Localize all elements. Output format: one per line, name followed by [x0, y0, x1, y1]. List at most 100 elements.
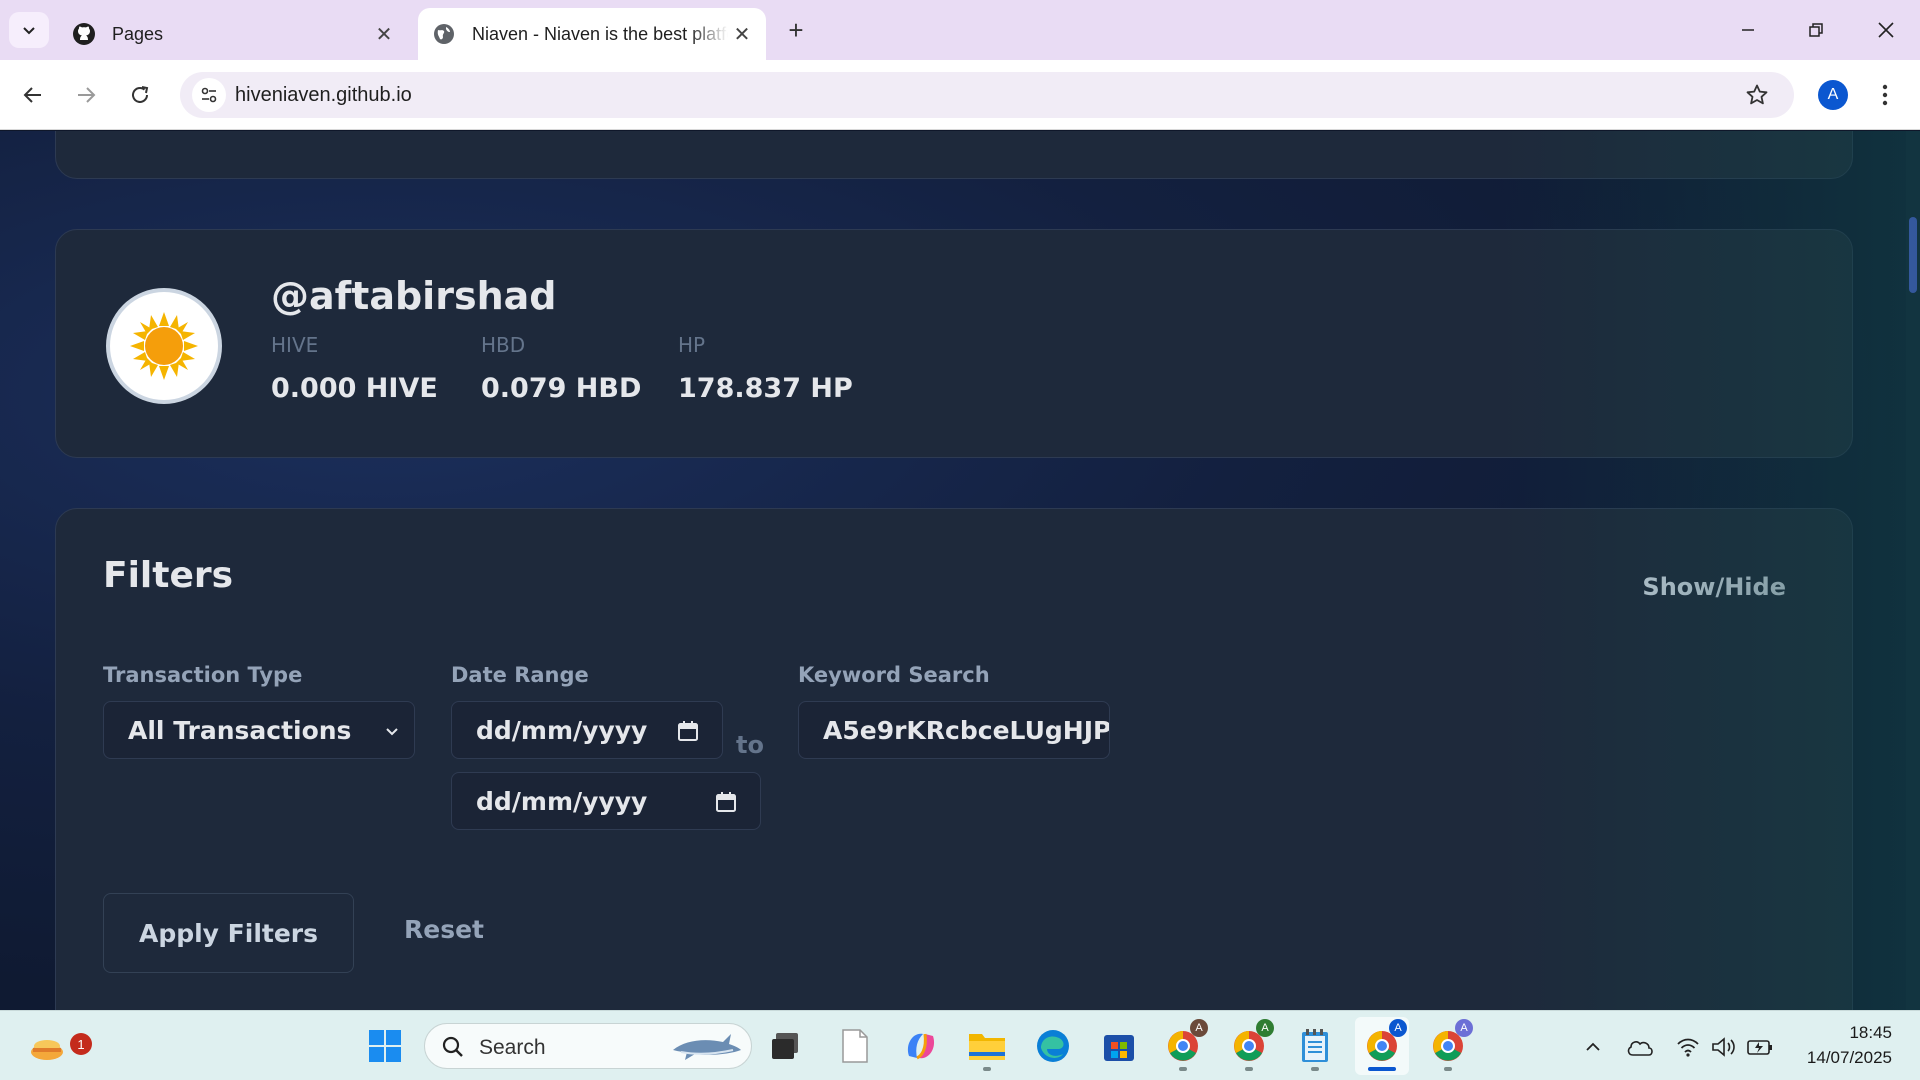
- tab-title: Niaven - Niaven is the best platform: [472, 23, 728, 44]
- tab-pages[interactable]: Pages ✕: [58, 8, 408, 60]
- search-icon: [442, 1036, 463, 1057]
- profile-avatar[interactable]: A: [1818, 80, 1848, 110]
- top-card: [55, 131, 1853, 179]
- close-icon[interactable]: ✕: [370, 20, 398, 48]
- taskbar-file[interactable]: [832, 1023, 878, 1069]
- keyword-search-label: Keyword Search: [798, 663, 990, 687]
- clock-date: 14/07/2025: [1806, 1048, 1892, 1067]
- taskbar-copilot[interactable]: [898, 1023, 944, 1069]
- bookmark-star-icon[interactable]: [1742, 80, 1772, 110]
- show-hidden-icons-button[interactable]: [1579, 1033, 1607, 1061]
- stat-hp: HP 178.837 HP: [678, 333, 853, 404]
- taskbar-chrome-1[interactable]: A: [1160, 1019, 1208, 1071]
- tab-search-button[interactable]: [9, 12, 49, 48]
- stat-label: HBD: [481, 333, 526, 357]
- running-indicator: [983, 1067, 991, 1071]
- network-button[interactable]: [1674, 1033, 1702, 1061]
- start-button[interactable]: [362, 1023, 408, 1069]
- profile-badge: A: [1256, 1019, 1274, 1037]
- widgets-button[interactable]: 1: [24, 1023, 92, 1069]
- running-indicator: [1245, 1067, 1253, 1071]
- filters-title: Filters: [103, 555, 234, 596]
- more-options-icon[interactable]: [1870, 80, 1900, 110]
- taskbar-file-explorer[interactable]: [964, 1023, 1010, 1071]
- date-to-input[interactable]: dd/mm/yyyy: [451, 772, 761, 830]
- close-icon[interactable]: ✕: [728, 20, 756, 48]
- tab-niaven[interactable]: Niaven - Niaven is the best platform ✕: [418, 8, 766, 60]
- active-indicator: [1368, 1067, 1396, 1071]
- taskbar-notepad[interactable]: [1292, 1023, 1338, 1071]
- reset-button[interactable]: Reset: [404, 915, 484, 944]
- volume-button[interactable]: [1710, 1033, 1738, 1061]
- running-indicator: [1179, 1067, 1187, 1071]
- back-button[interactable]: [13, 75, 53, 115]
- date-from-input[interactable]: dd/mm/yyyy: [451, 701, 723, 759]
- stat-value: 0.000 HIVE: [271, 373, 438, 404]
- stat-value: 178.837 HP: [678, 373, 853, 404]
- forward-button[interactable]: [66, 75, 106, 115]
- transaction-type-select[interactable]: All Transactions: [103, 701, 415, 759]
- weather-widget-icon: [31, 1040, 63, 1060]
- wifi-icon: [1677, 1038, 1699, 1057]
- notification-badge: 1: [70, 1033, 92, 1055]
- browser-toolbar: hiveniaven.github.io A: [0, 60, 1920, 130]
- apply-filters-button[interactable]: Apply Filters: [103, 893, 354, 973]
- scrollbar-thumb[interactable]: [1909, 217, 1917, 293]
- profile-badge: A: [1389, 1019, 1407, 1037]
- transaction-type-label: Transaction Type: [103, 663, 303, 687]
- taskbar: 1 Search A A A A 18:45 14/07/2025: [0, 1010, 1920, 1080]
- transaction-type-value: All Transactions: [128, 715, 352, 745]
- username: @aftabirshad: [271, 274, 557, 318]
- keyword-search-input[interactable]: A5e9rKRcbceLUgHJP: [798, 701, 1110, 759]
- task-view-icon: [772, 1033, 798, 1059]
- close-icon: [1878, 22, 1894, 38]
- profile-badge: A: [1190, 1019, 1208, 1037]
- onedrive-button[interactable]: [1626, 1033, 1654, 1061]
- speaker-icon: [1712, 1037, 1735, 1057]
- cloud-icon: [1627, 1041, 1653, 1056]
- running-indicator: [1311, 1067, 1319, 1071]
- site-settings-icon[interactable]: [192, 78, 226, 112]
- page-content: @aftabirshad HIVE 0.000 HIVE HBD 0.079 H…: [0, 131, 1920, 1010]
- system-clock[interactable]: 18:45 14/07/2025: [1796, 1020, 1892, 1070]
- filters-card: Filters Show/Hide Transaction Type Date …: [55, 508, 1853, 1010]
- restore-icon: [1809, 23, 1823, 37]
- store-icon: [1104, 1035, 1134, 1061]
- task-view-button[interactable]: [762, 1023, 808, 1069]
- stat-label: HP: [678, 333, 706, 357]
- reload-icon: [132, 86, 149, 103]
- close-window-button[interactable]: [1866, 10, 1906, 50]
- tab-title: Pages: [112, 23, 164, 44]
- minimize-button[interactable]: [1728, 10, 1768, 50]
- profile-badge: A: [1455, 1019, 1473, 1037]
- chevron-down-icon: [386, 728, 398, 736]
- taskbar-store[interactable]: [1096, 1023, 1142, 1069]
- browser-tab-bar: Pages ✕ Niaven - Niaven is the best plat…: [0, 0, 1920, 60]
- arrow-left-icon: [23, 87, 41, 103]
- date-range-label: Date Range: [451, 663, 589, 687]
- page-scrollbar[interactable]: [1906, 131, 1920, 1010]
- taskbar-chrome-3[interactable]: A: [1359, 1019, 1407, 1071]
- calendar-icon[interactable]: [714, 790, 738, 814]
- copilot-icon: [907, 1033, 935, 1060]
- new-tab-button[interactable]: +: [780, 14, 812, 46]
- address-bar[interactable]: hiveniaven.github.io: [180, 72, 1794, 118]
- avatar: [106, 288, 222, 404]
- taskbar-chrome-2[interactable]: A: [1226, 1019, 1274, 1071]
- taskbar-search[interactable]: Search: [424, 1023, 752, 1069]
- edge-icon: [1037, 1030, 1069, 1062]
- taskbar-edge[interactable]: [1030, 1023, 1076, 1069]
- date-from-placeholder: dd/mm/yyyy: [476, 715, 648, 745]
- battery-button[interactable]: [1746, 1033, 1774, 1061]
- running-indicator: [1444, 1067, 1452, 1071]
- date-to-placeholder: dd/mm/yyyy: [476, 786, 648, 816]
- arrow-right-icon: [78, 87, 96, 103]
- taskbar-chrome-4[interactable]: A: [1425, 1019, 1473, 1071]
- reload-button[interactable]: [120, 75, 160, 115]
- stat-hive: HIVE 0.000 HIVE: [271, 333, 438, 404]
- show-hide-toggle[interactable]: Show/Hide: [1642, 573, 1786, 601]
- profile-card: @aftabirshad HIVE 0.000 HIVE HBD 0.079 H…: [55, 229, 1853, 458]
- restore-button[interactable]: [1796, 10, 1836, 50]
- calendar-icon[interactable]: [676, 719, 700, 743]
- url-text: hiveniaven.github.io: [235, 84, 412, 106]
